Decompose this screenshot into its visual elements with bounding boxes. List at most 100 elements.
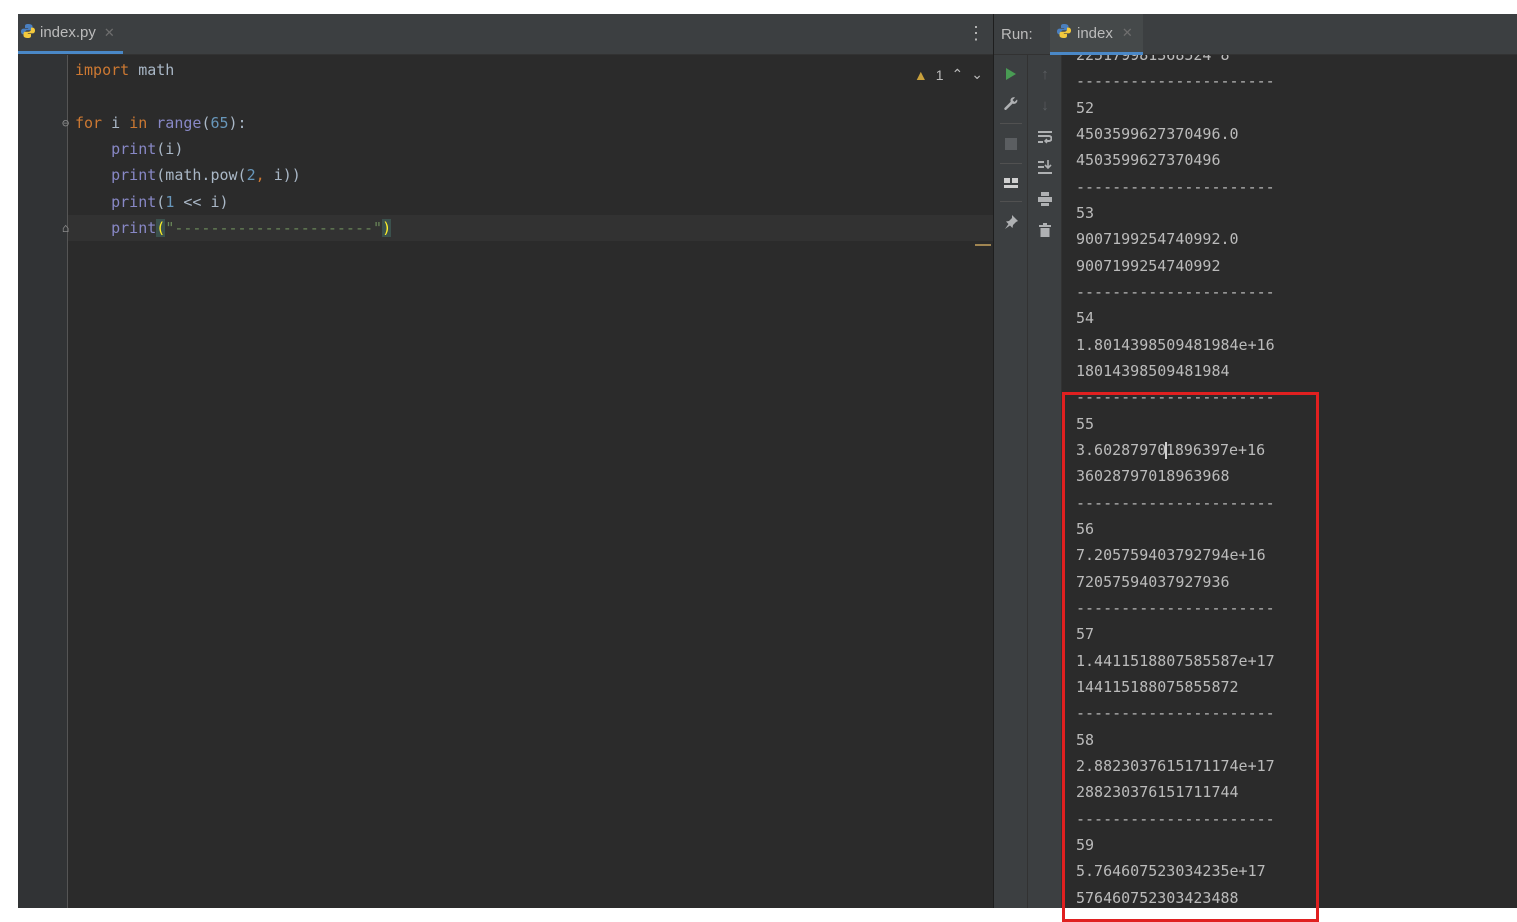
console-line: 4503599627370496 xyxy=(1076,151,1221,170)
code-line[interactable]: print(1 << i) xyxy=(68,189,993,215)
console-separator-line: ---------------------- xyxy=(1076,598,1275,617)
console-line: 5.764607523034235e+17 xyxy=(1076,862,1266,881)
chevron-up-icon[interactable]: ⌃ xyxy=(952,66,964,83)
console-line: 36028797018963968 xyxy=(1076,467,1230,486)
code-line[interactable]: import math xyxy=(68,57,993,83)
code-text: print(1 << i) xyxy=(75,189,229,215)
code-token: i)) xyxy=(273,166,301,185)
console-line: 2.8823037615171174e+17 xyxy=(1076,756,1275,775)
line-gutter xyxy=(18,55,68,908)
console-separator-line: ---------------------- xyxy=(1076,388,1275,407)
console-line: 9007199254740992.0 xyxy=(1076,230,1239,249)
console-line: 58 xyxy=(1076,730,1095,749)
console-output[interactable]: 225179981368524 8 ---------------------- 5… xyxy=(1062,55,1517,908)
console-line: 288230376151711744 xyxy=(1076,783,1239,802)
console-line: 144115188075855872 xyxy=(1076,677,1239,696)
run-header: Run: index ✕ xyxy=(994,14,1517,55)
code-text: import math xyxy=(75,57,174,83)
console-line: 52 xyxy=(1076,98,1095,117)
code-token: ) xyxy=(382,218,392,237)
code-text: print("----------------------") xyxy=(75,215,392,241)
console-line: 57 xyxy=(1076,625,1095,644)
console-line: 54 xyxy=(1076,309,1095,328)
text-caret xyxy=(1165,441,1167,459)
soft-wrap-icon[interactable] xyxy=(1028,124,1062,150)
pin-icon[interactable] xyxy=(994,209,1028,235)
code-token: print xyxy=(111,218,157,237)
code-area[interactable]: import math for i in range(65): ⊖ print(i)… xyxy=(62,55,993,908)
console-line: 55 xyxy=(1076,414,1095,433)
console-separator-line: ---------------------- xyxy=(1076,809,1275,828)
print-icon[interactable] xyxy=(1028,186,1062,212)
code-token: ( xyxy=(156,218,166,237)
code-token: import xyxy=(75,61,130,79)
stop-icon[interactable] xyxy=(994,131,1028,157)
console-line: 576460752303423488 xyxy=(1076,888,1239,907)
fold-close-icon[interactable]: ⌂ xyxy=(62,215,69,241)
editor-tab-bar: index.py ✕ ⋮ xyxy=(18,14,993,55)
console-line: 53 xyxy=(1076,203,1095,222)
toolbar-separator xyxy=(1000,201,1022,202)
code-token: 1 xyxy=(165,192,175,211)
code-text: print(math.pow(2, i)) xyxy=(75,162,301,188)
console-line: 7.205759403792794e+16 xyxy=(1076,546,1266,565)
run-toolbar-left xyxy=(994,55,1028,908)
more-options-icon[interactable]: ⋮ xyxy=(967,24,985,42)
code-token: in xyxy=(129,113,148,132)
error-stripe-marker[interactable] xyxy=(975,244,991,246)
inspection-widget[interactable]: ▲ 1 ⌃ ⌄ xyxy=(914,66,983,83)
console-line: 56 xyxy=(1076,519,1095,538)
code-line[interactable]: print("----------------------") ⌂ xyxy=(62,214,993,241)
arrow-down-icon[interactable]: ↓ xyxy=(1028,92,1062,118)
wrench-icon[interactable] xyxy=(994,91,1028,117)
inspection-count: 1 xyxy=(935,66,944,83)
code-token: , xyxy=(255,166,274,185)
console-line: 59 xyxy=(1076,835,1095,854)
code-token: 2 xyxy=(246,166,256,185)
close-icon[interactable]: ✕ xyxy=(1122,25,1133,41)
console-line: 1.4411518807585587e+17 xyxy=(1076,651,1275,670)
code-token: for xyxy=(75,113,103,132)
layout-icon[interactable] xyxy=(994,170,1028,196)
code-token: "----------------------" xyxy=(165,218,383,237)
editor-pane: index.py ✕ ⋮ import math for i in range(6… xyxy=(18,14,993,908)
tab-label: index.py xyxy=(40,24,96,41)
console-line: 3.602879701896397e+16 xyxy=(1076,440,1266,459)
warning-icon: ▲ xyxy=(913,66,928,83)
run-label: Run: xyxy=(1001,25,1033,43)
close-icon[interactable]: ✕ xyxy=(104,25,115,41)
code-token: << i) xyxy=(174,192,229,211)
toolbar-separator xyxy=(1000,163,1022,164)
console-line: 72057594037927936 xyxy=(1076,572,1230,591)
code-token: print xyxy=(111,166,157,185)
rerun-icon[interactable] xyxy=(994,61,1028,87)
arrow-up-icon[interactable]: ↑ xyxy=(1028,61,1062,87)
console-separator-line: ---------------------- xyxy=(1076,72,1275,91)
code-token: range xyxy=(156,113,202,132)
code-token: (math.pow( xyxy=(156,166,247,185)
code-line[interactable]: for i in range(65): ⊖ xyxy=(62,110,993,136)
chevron-down-icon[interactable]: ⌄ xyxy=(971,66,983,83)
trash-icon[interactable] xyxy=(1028,217,1062,243)
code-line[interactable]: print(math.pow(2, i)) xyxy=(68,162,993,188)
toolbar-separator xyxy=(1000,123,1022,124)
fold-open-icon[interactable]: ⊖ xyxy=(62,110,69,136)
run-panel: Run: index ✕ ↑ ↓ 225179981368524 8 -----… xyxy=(993,14,1517,908)
code-token: 65 xyxy=(210,113,229,132)
code-line[interactable] xyxy=(68,83,993,109)
console-separator-line: ---------------------- xyxy=(1076,493,1275,512)
python-file-icon xyxy=(20,23,36,43)
console-line: 4503599627370496.0 xyxy=(1076,124,1239,143)
code-line[interactable]: print(i) xyxy=(68,136,993,162)
code-token: ( xyxy=(156,192,166,211)
code-token: print xyxy=(111,192,157,211)
tab-index-py[interactable]: index.py ✕ xyxy=(18,14,123,54)
run-tab-index[interactable]: index ✕ xyxy=(1050,14,1143,55)
scroll-to-end-icon[interactable] xyxy=(1028,154,1062,180)
code-token: (i) xyxy=(156,139,184,158)
code-text: print(i) xyxy=(75,136,183,162)
code-token: i xyxy=(102,113,130,132)
